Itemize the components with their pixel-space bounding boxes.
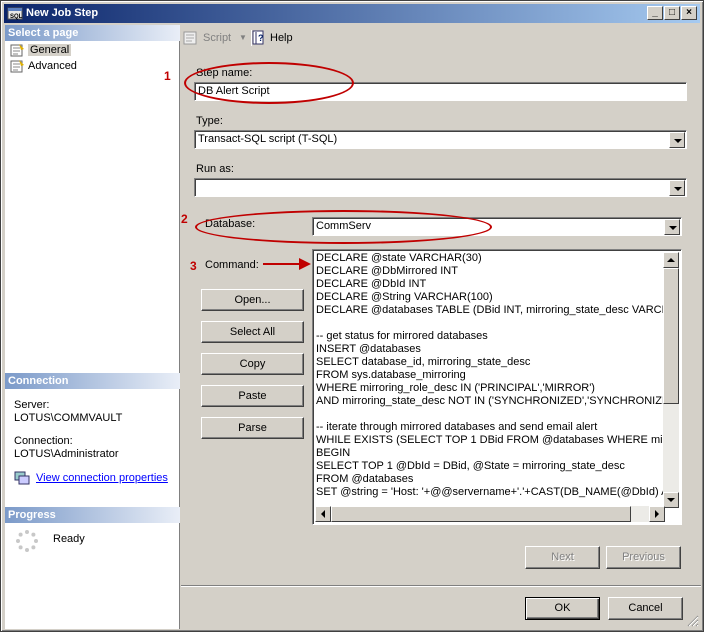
type-dropdown-button[interactable] (669, 132, 685, 148)
general-page: Script ▼ ? Help Step name: DB Alert Scri… (164, 25, 701, 585)
copy-button[interactable]: Copy (201, 353, 304, 375)
script-label: Script (203, 32, 232, 44)
type-select[interactable]: Transact-SQL script (T-SQL) (194, 130, 687, 149)
progress-spinner-icon (16, 530, 38, 552)
annotation-number: 1 (164, 69, 171, 83)
command-label: Command: (205, 259, 259, 271)
command-text: DECLARE @state VARCHAR(30) DECLARE @DbMir… (316, 252, 664, 499)
svg-text:?: ? (258, 33, 264, 43)
annotation-number: 3 (190, 259, 197, 273)
page-item-label: General (28, 44, 72, 56)
scroll-left-button[interactable] (315, 506, 331, 522)
code-line: SELECT TOP 1 @DbId = DBid, @State = mirr… (316, 460, 625, 472)
title-bar[interactable]: SQL New Job Step _ □ × (4, 4, 700, 23)
code-line: WHILE EXISTS (SELECT TOP 1 DBid FROM @da… (316, 434, 664, 446)
paste-button[interactable]: Paste (201, 385, 304, 407)
svg-text:SQL: SQL (10, 14, 23, 20)
minimize-button[interactable]: _ (647, 6, 663, 20)
type-label: Type: (196, 115, 223, 127)
progress-header: Progress (5, 507, 180, 523)
page-item-advanced[interactable]: Advanced (10, 59, 77, 74)
connection-header: Connection (5, 373, 180, 389)
page-icon (10, 44, 24, 57)
select-page-header: Select a page (5, 25, 180, 41)
annotation-number: 2 (181, 212, 188, 226)
code-line: FROM @databases (316, 473, 414, 485)
arrow-up-icon (667, 258, 675, 262)
arrow-right-icon (655, 510, 659, 518)
run-as-label: Run as: (196, 163, 234, 175)
previous-button[interactable]: Previous (606, 546, 681, 569)
scroll-up-button[interactable] (663, 252, 679, 268)
code-line: DECLARE @state VARCHAR(30) (316, 252, 482, 264)
run-as-select[interactable] (194, 178, 687, 197)
page-item-general[interactable]: General (10, 43, 72, 58)
vertical-scroll-thumb[interactable] (663, 268, 679, 404)
help-icon: ? (252, 30, 264, 45)
code-line: DECLARE @DbMirrored INT (316, 265, 458, 277)
code-line: DECLARE @DbId INT (316, 278, 427, 290)
code-line: BEGIN (316, 447, 351, 459)
parse-button[interactable]: Parse (201, 417, 304, 439)
next-button[interactable]: Next (525, 546, 600, 569)
horizontal-scroll-thumb[interactable] (331, 506, 631, 522)
horizontal-scrollbar[interactable] (315, 506, 665, 522)
server-label: Server: (14, 399, 50, 411)
page-item-label: Advanced (28, 60, 77, 72)
annotation-arrow-icon (263, 258, 311, 270)
code-line: SET @string = 'Host: '+@@servername+'.'+… (316, 486, 664, 498)
code-line: INSERT @databases (316, 343, 421, 355)
close-button[interactable]: × (681, 6, 697, 20)
connection-properties-icon (14, 471, 30, 485)
annotation-oval (184, 62, 354, 104)
resize-grip-icon[interactable] (687, 615, 699, 627)
code-line: SELECT database_id, mirroring_state_desc (316, 356, 531, 368)
annotation-oval (195, 210, 492, 244)
vertical-scrollbar[interactable] (663, 252, 679, 508)
code-line: AND mirroring_state_desc NOT IN ('SYNCHR… (316, 395, 664, 407)
script-icon (183, 31, 197, 45)
code-line: FROM sys.database_mirroring (316, 369, 466, 381)
code-line: DECLARE @databases TABLE (DBid INT, mirr… (316, 304, 664, 316)
open-button[interactable]: Open... (201, 289, 304, 311)
left-pane: Select a page General Advanced Connectio… (5, 25, 180, 629)
select-all-button[interactable]: Select All (201, 321, 304, 343)
help-label: Help (270, 32, 293, 44)
maximize-button[interactable]: □ (664, 6, 680, 20)
page-icon (10, 60, 24, 73)
new-job-step-dialog: SQL New Job Step _ □ × Select a page Gen… (0, 0, 704, 632)
database-dropdown-button[interactable] (664, 219, 680, 235)
type-value: Transact-SQL script (T-SQL) (198, 133, 338, 145)
window-title: New Job Step (26, 7, 99, 19)
scroll-down-button[interactable] (663, 492, 679, 508)
footer-separator (181, 585, 701, 587)
progress-status: Ready (53, 533, 85, 545)
code-line: DECLARE @String VARCHAR(100) (316, 291, 493, 303)
cancel-button[interactable]: Cancel (608, 597, 683, 620)
sql-agent-icon: SQL (7, 7, 23, 20)
ok-button[interactable]: OK (525, 597, 600, 620)
arrow-left-icon (321, 510, 325, 518)
connection-label: Connection: (14, 435, 73, 447)
command-textbox[interactable]: DECLARE @state VARCHAR(30) DECLARE @DbMir… (312, 249, 682, 525)
run-as-dropdown-button[interactable] (669, 180, 685, 196)
code-line: WHERE mirroring_role_desc IN ('PRINCIPAL… (316, 382, 595, 394)
code-line: -- get status for mirrored databases (316, 330, 488, 342)
scroll-right-button[interactable] (649, 506, 665, 522)
connection-value: LOTUS\Administrator (14, 448, 119, 460)
view-connection-properties-link[interactable]: View connection properties (36, 472, 168, 485)
server-value: LOTUS\COMMVAULT (14, 412, 123, 424)
code-line: -- iterate through mirrored databases an… (316, 421, 598, 433)
chevron-down-icon: ▼ (239, 33, 247, 42)
arrow-down-icon (667, 498, 675, 502)
